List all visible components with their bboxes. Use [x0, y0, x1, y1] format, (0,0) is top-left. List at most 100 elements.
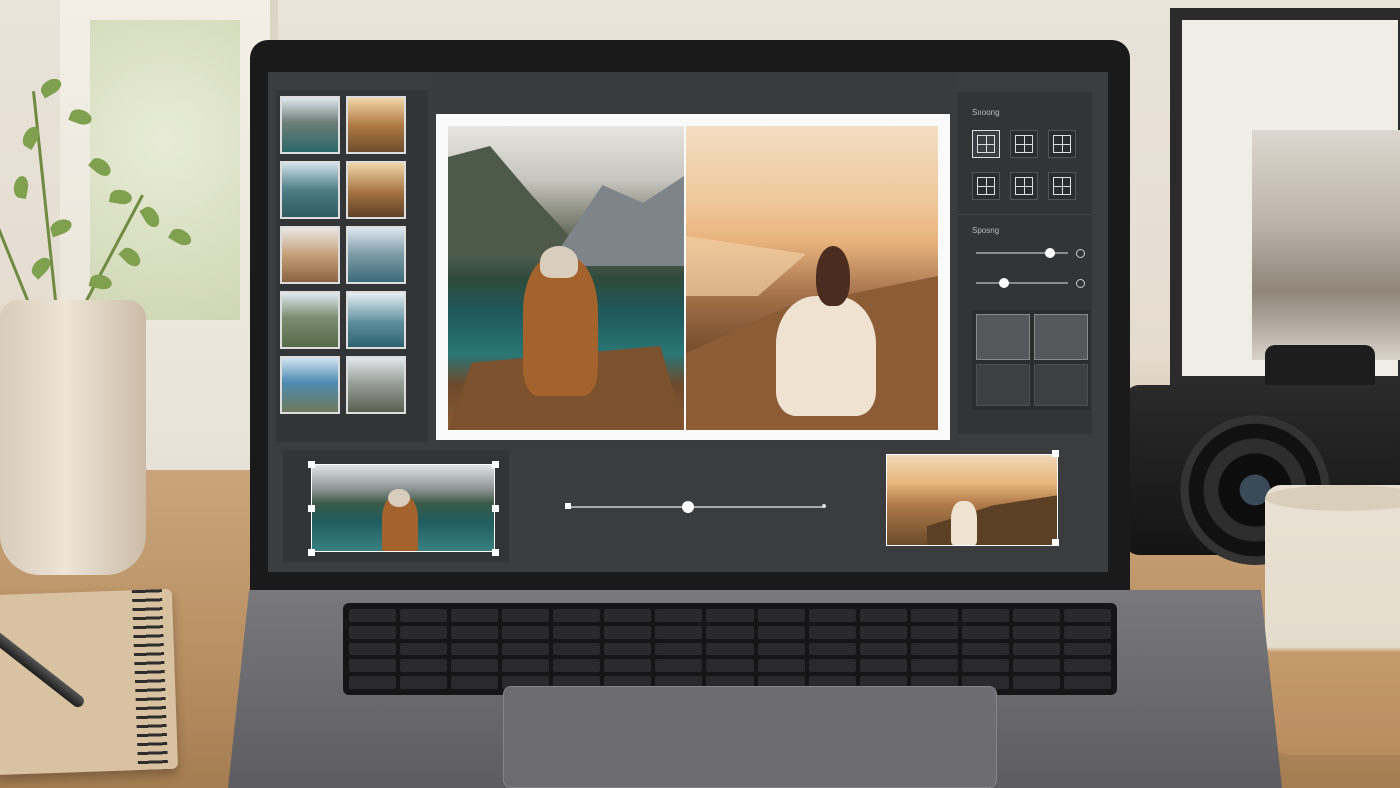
key[interactable]	[1012, 625, 1060, 639]
key[interactable]	[1012, 659, 1060, 673]
preview-tile[interactable]	[1034, 314, 1088, 360]
key[interactable]	[604, 642, 652, 656]
key[interactable]	[553, 609, 601, 622]
preview-tile[interactable]	[1034, 364, 1088, 406]
crop-photo-right[interactable]	[886, 454, 1058, 546]
layout-grid-2-col-button[interactable]	[1048, 130, 1076, 158]
preview-tile[interactable]	[976, 314, 1030, 360]
thumbnail-coast-view[interactable]	[280, 356, 340, 414]
key[interactable]	[349, 659, 397, 673]
key[interactable]	[349, 609, 397, 622]
key[interactable]	[1063, 642, 1111, 656]
crop-handle[interactable]	[492, 461, 499, 468]
key[interactable]	[400, 659, 448, 673]
key[interactable]	[859, 609, 907, 622]
key[interactable]	[655, 609, 703, 622]
key[interactable]	[1063, 676, 1111, 689]
key[interactable]	[655, 659, 703, 673]
key[interactable]	[604, 609, 652, 622]
key[interactable]	[655, 642, 703, 656]
thumbnail-mountain-walk[interactable]	[280, 291, 340, 349]
key[interactable]	[553, 625, 601, 639]
key[interactable]	[349, 642, 397, 656]
key[interactable]	[706, 642, 754, 656]
key[interactable]	[400, 642, 448, 656]
key[interactable]	[604, 625, 652, 639]
key[interactable]	[757, 625, 805, 639]
key[interactable]	[808, 625, 856, 639]
key[interactable]	[808, 609, 856, 622]
key[interactable]	[655, 625, 703, 639]
key[interactable]	[349, 625, 397, 639]
key[interactable]	[1063, 609, 1111, 622]
key[interactable]	[859, 642, 907, 656]
key[interactable]	[706, 659, 754, 673]
key[interactable]	[910, 659, 958, 673]
crop-handle[interactable]	[492, 505, 499, 512]
key[interactable]	[706, 625, 754, 639]
key[interactable]	[1012, 676, 1060, 689]
layout-grid-2x2-alt-button[interactable]	[972, 172, 1000, 200]
key[interactable]	[1063, 659, 1111, 673]
thumbnail-lake-sitting[interactable]	[346, 226, 406, 284]
key[interactable]	[400, 609, 448, 622]
border-reset-icon[interactable]	[1076, 278, 1085, 288]
crop-handle[interactable]	[308, 549, 315, 556]
key[interactable]	[1012, 609, 1060, 622]
collage-photo-left[interactable]	[448, 126, 684, 430]
thumbnail-mountain-lake[interactable]	[280, 96, 340, 154]
crop-handle[interactable]	[1052, 450, 1059, 457]
key[interactable]	[961, 625, 1009, 639]
layout-grid-3x2-button[interactable]	[1010, 172, 1038, 200]
key[interactable]	[961, 609, 1009, 622]
key[interactable]	[349, 676, 397, 689]
key[interactable]	[961, 659, 1009, 673]
crop-handle[interactable]	[308, 461, 315, 468]
thumbnail-group-hikers[interactable]	[346, 356, 406, 414]
thumbnail-hiker-rocks[interactable]	[346, 96, 406, 154]
key[interactable]	[400, 676, 448, 689]
key[interactable]	[553, 642, 601, 656]
layout-grid-2x2-button[interactable]	[972, 130, 1000, 158]
spacing-slider-knob[interactable]	[1044, 248, 1055, 258]
key[interactable]	[859, 625, 907, 639]
thumbnail-lake-shore[interactable]	[346, 291, 406, 349]
key[interactable]	[808, 659, 856, 673]
collage-photo-right[interactable]	[686, 126, 938, 430]
key[interactable]	[451, 659, 499, 673]
key[interactable]	[502, 642, 550, 656]
key[interactable]	[451, 609, 499, 622]
crop-photo-left[interactable]	[311, 464, 495, 552]
key[interactable]	[1063, 625, 1111, 639]
thumbnail-coastal-cliff[interactable]	[280, 161, 340, 219]
crop-handle[interactable]	[308, 505, 315, 512]
thumbnail-beach-sunset[interactable]	[280, 226, 340, 284]
key[interactable]	[910, 625, 958, 639]
key[interactable]	[808, 642, 856, 656]
key[interactable]	[706, 609, 754, 622]
key[interactable]	[859, 659, 907, 673]
key[interactable]	[604, 659, 652, 673]
key[interactable]	[502, 609, 550, 622]
timeline-knob[interactable]	[682, 501, 695, 513]
border-slider[interactable]	[976, 278, 1085, 288]
key[interactable]	[502, 659, 550, 673]
key[interactable]	[757, 642, 805, 656]
key[interactable]	[451, 676, 499, 689]
preview-tile[interactable]	[976, 364, 1030, 406]
key[interactable]	[553, 659, 601, 673]
layout-grid-3x3-button[interactable]	[1048, 172, 1076, 200]
thumbnail-sitting-hill[interactable]	[346, 161, 406, 219]
key[interactable]	[757, 609, 805, 622]
timeline-slider[interactable]	[565, 501, 826, 513]
collage-canvas[interactable]	[436, 114, 950, 440]
layout-grid-3-col-button[interactable]	[1010, 130, 1038, 158]
spacing-slider[interactable]	[976, 248, 1085, 258]
trackpad[interactable]	[503, 686, 997, 788]
key[interactable]	[757, 659, 805, 673]
key[interactable]	[961, 642, 1009, 656]
key[interactable]	[1012, 642, 1060, 656]
key[interactable]	[910, 642, 958, 656]
key[interactable]	[400, 625, 448, 639]
key[interactable]	[451, 642, 499, 656]
